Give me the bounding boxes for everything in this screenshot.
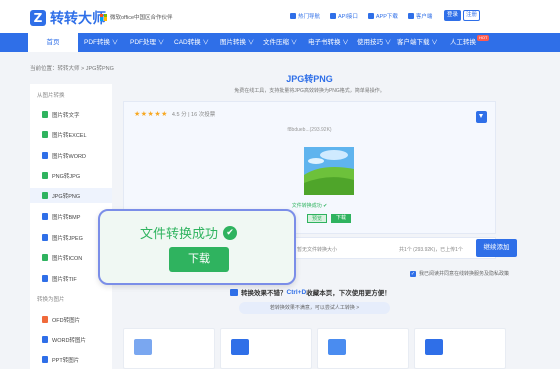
main-nav: 首页 PDF转换 ∨ PDF处理 ∨ CAD转换 ∨ 图片转换 ∨ 文件压缩 ∨… <box>0 33 560 52</box>
site-logo[interactable]: Z 转转大师 <box>30 8 106 28</box>
nav-cad-convert[interactable]: CAD转换 ∨ <box>174 33 209 52</box>
checkbox-checked-icon[interactable]: ✓ <box>410 270 416 277</box>
file-icon <box>42 316 48 323</box>
file-size-text: 暂无文件转换大小 <box>297 247 338 253</box>
sidebar-item-image-to-word[interactable]: 图片转WORD <box>30 148 112 163</box>
phone-icon <box>367 13 374 19</box>
add-file-button[interactable]: 继续添加 <box>476 239 517 257</box>
sidebar-heading-to-image: 转换为图片 <box>37 297 65 303</box>
nav-manual-convert[interactable]: 人工转换 <box>450 33 476 52</box>
logo-text: 转转大师 <box>50 10 106 26</box>
partner-badge: 微软office中国区合作伙伴 <box>100 13 173 21</box>
conversion-status: 文件转换成功 ✔ <box>291 203 328 209</box>
sidebar-item-word-to-image[interactable]: WORD转图片 <box>30 332 112 347</box>
check-circle-icon: ✔ <box>223 225 238 240</box>
partner-text: 微软office中国区合作伙伴 <box>110 15 173 21</box>
tool-card[interactable] <box>414 328 506 369</box>
nav-home[interactable]: 首页 <box>28 33 78 52</box>
success-toast: 文件转换成功 ✔ 下载 <box>98 209 296 285</box>
top-link-hot-nav[interactable]: 热门导航 <box>290 12 320 20</box>
image-file-icon <box>134 339 152 355</box>
file-name: f8bdueb...(293.92K) <box>287 127 332 133</box>
thumbs-up-icon <box>230 288 238 296</box>
preview-button[interactable]: 预览 <box>307 214 327 223</box>
logo-icon: Z <box>30 10 46 26</box>
file-icon <box>42 336 48 343</box>
download-icon <box>407 13 414 19</box>
image-file-icon <box>231 339 249 355</box>
file-icon <box>42 213 48 220</box>
download-button-small[interactable]: 下载 <box>331 214 351 223</box>
microsoft-icon <box>100 13 107 21</box>
toast-title: 文件转换成功 ✔ <box>140 223 238 242</box>
api-icon <box>330 13 337 19</box>
top-header: Z 转转大师 微软office中国区合作伙伴 热门导航 API接口 APP下载 … <box>0 0 560 33</box>
tool-card[interactable] <box>123 328 215 369</box>
top-link-client[interactable]: 客户端 <box>407 12 432 20</box>
shortcut-key: Ctrl+D <box>286 288 307 296</box>
login-button[interactable]: 登录 <box>444 10 461 21</box>
download-icon[interactable] <box>476 111 487 123</box>
breadcrumb: 当前位置：转转大师 > JPG转PNG <box>30 66 114 72</box>
file-icon <box>42 111 48 118</box>
image-thumbnail[interactable] <box>304 147 354 195</box>
sidebar-item-jpg-to-png[interactable]: JPG转PNG <box>30 188 112 203</box>
nav-ebook-convert[interactable]: 电子书转换 ∨ <box>308 33 349 52</box>
sidebar-item-image-to-excel[interactable]: 图片转EXCEL <box>30 127 112 142</box>
rating-stars[interactable]: ★★★★★ <box>134 110 168 118</box>
feedback-line: 转换效果不错？ Ctrl+D 收藏本页，下次使用更方便！ <box>230 287 391 297</box>
page-title: JPG转PNG <box>286 74 333 84</box>
nav-image-convert[interactable]: 图片转换 ∨ <box>220 33 254 52</box>
rating-text: 4.5 分 | 16 次投票 <box>171 112 216 118</box>
hot-badge: HOT <box>477 35 490 41</box>
sidebar-item-ppt-to-image[interactable]: PPT转图片 <box>30 352 112 367</box>
top-link-app[interactable]: APP下载 <box>367 12 398 20</box>
image-file-icon <box>328 339 346 355</box>
fire-icon <box>290 13 296 19</box>
top-links: 热门导航 API接口 APP下载 客户端 <box>290 12 442 20</box>
file-icon <box>42 131 48 138</box>
nav-tips[interactable]: 使用技巧 ∨ <box>357 33 391 52</box>
agree-text: 我已阅读并同意在线转换服务及隐私政策 <box>419 271 510 277</box>
toast-download-button[interactable]: 下载 <box>169 247 229 272</box>
file-count-text: 共1个 (293.92K)，已上传1个 <box>399 247 463 253</box>
agree-checkbox-row[interactable]: ✓ 我已阅读并同意在线转换服务及隐私政策 <box>410 270 509 277</box>
file-icon <box>42 172 48 179</box>
manual-convert-suggestion[interactable]: 若转换效果不满意，可以尝试人工转换 > <box>239 302 390 314</box>
page-subtitle: 免费在线工具，支持批量将JPG高效转换为PNG格式，简单易操作。 <box>234 88 385 94</box>
file-icon <box>42 234 48 241</box>
nav-client-download[interactable]: 客户端下载 ∨ <box>397 33 438 52</box>
file-icon <box>42 192 48 199</box>
image-file-icon <box>425 339 443 355</box>
rating: ★★★★★ 4.5 分 | 16 次投票 <box>134 110 215 118</box>
file-icon <box>42 356 48 363</box>
sidebar-item-ofd-to-image[interactable]: OFD转图片 <box>30 312 112 327</box>
nav-pdf-convert[interactable]: PDF转换 ∨ <box>84 33 118 52</box>
top-link-api[interactable]: API接口 <box>330 12 358 20</box>
sidebar-item-png-to-jpg[interactable]: PNG转JPG <box>30 168 112 183</box>
tool-card[interactable] <box>220 328 312 369</box>
sidebar-heading-from-image: 从图片转换 <box>37 93 65 99</box>
file-icon <box>42 254 48 261</box>
nav-pdf-process[interactable]: PDF处理 ∨ <box>130 33 164 52</box>
file-icon <box>42 152 48 159</box>
tool-card[interactable] <box>317 328 409 369</box>
sidebar-item-image-to-text[interactable]: 图片转文字 <box>30 107 112 122</box>
file-icon <box>42 275 48 282</box>
nav-file-compress[interactable]: 文件压缩 ∨ <box>263 33 297 52</box>
register-button[interactable]: 注册 <box>463 10 480 21</box>
